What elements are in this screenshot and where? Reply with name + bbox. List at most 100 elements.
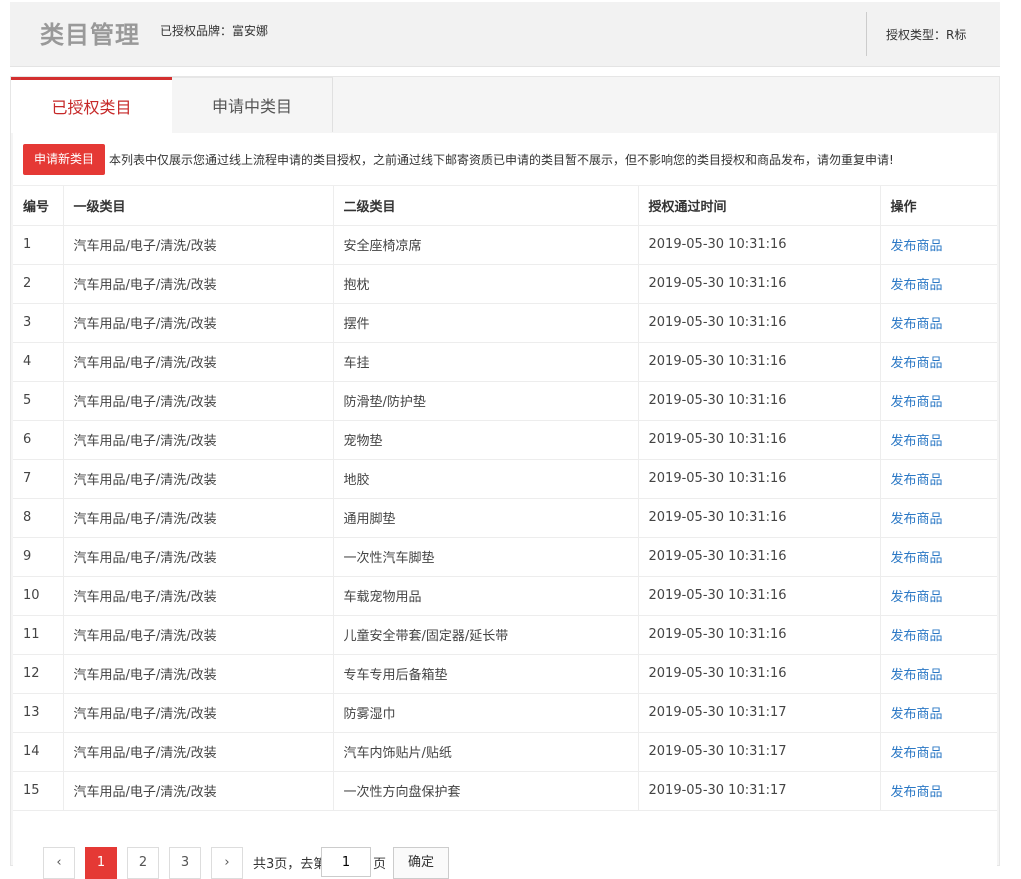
authorized-brand: 已授权品牌：富安娜: [160, 24, 269, 38]
cell-op: 发布商品: [880, 732, 997, 772]
cell-cat2: 通用脚垫: [333, 498, 639, 538]
table-row: 4 汽车用品/电子/清洗/改装 车挂 2019-05-30 10:31:16 发布商品: [13, 342, 997, 382]
cell-id: 11: [13, 615, 64, 655]
publish-product-link[interactable]: 发布商品: [891, 629, 943, 644]
col-header-cat1: 一级类目: [63, 186, 334, 226]
cell-id: 14: [13, 732, 64, 772]
cell-id: 2: [13, 264, 64, 304]
pagination: ‹ 1 2 3 › 共3页，去第 页 确定: [33, 839, 933, 879]
col-header-op: 操作: [880, 186, 997, 226]
page-header: 类目管理 已授权品牌：富安娜 授权类型：R标: [10, 2, 1000, 67]
publish-product-link[interactable]: 发布商品: [891, 434, 943, 449]
tab-content: 申请新类目 本列表中仅展示您通过线上流程申请的类目授权，之前通过线下邮寄资质已申…: [13, 133, 997, 879]
cell-cat2: 专车专用后备箱垫: [333, 654, 639, 694]
table-header-row: 编号 一级类目 二级类目 授权通过时间 操作: [13, 186, 997, 226]
table-row: 7 汽车用品/电子/清洗/改装 地胶 2019-05-30 10:31:16 发布商品: [13, 459, 997, 499]
prev-page-button[interactable]: ‹: [43, 847, 75, 879]
cell-cat2: 抱枕: [333, 264, 639, 304]
cell-cat1: 汽车用品/电子/清洗/改装: [63, 654, 334, 694]
cell-id: 12: [13, 654, 64, 694]
apply-category-button[interactable]: 申请新类目: [23, 144, 105, 175]
publish-product-link[interactable]: 发布商品: [891, 707, 943, 722]
cell-cat2: 一次性方向盘保护套: [333, 771, 639, 811]
cell-cat2: 安全座椅凉席: [333, 225, 639, 265]
publish-product-link[interactable]: 发布商品: [891, 356, 943, 371]
table-row: 2 汽车用品/电子/清洗/改装 抱枕 2019-05-30 10:31:16 发布商品: [13, 264, 997, 304]
cell-cat1: 汽车用品/电子/清洗/改装: [63, 342, 334, 382]
cell-op: 发布商品: [880, 615, 997, 655]
cell-cat2: 汽车内饰贴片/贴纸: [333, 732, 639, 772]
cell-cat1: 汽车用品/电子/清洗/改装: [63, 537, 334, 577]
cell-cat2: 宠物垫: [333, 420, 639, 460]
cell-op: 发布商品: [880, 771, 997, 811]
cell-op: 发布商品: [880, 381, 997, 421]
cell-cat1: 汽车用品/电子/清洗/改装: [63, 264, 334, 304]
publish-product-link[interactable]: 发布商品: [891, 668, 943, 683]
cell-time: 2019-05-30 10:31:16: [638, 498, 881, 538]
cell-cat1: 汽车用品/电子/清洗/改装: [63, 225, 334, 265]
cell-time: 2019-05-30 10:31:16: [638, 654, 881, 694]
table-row: 6 汽车用品/电子/清洗/改装 宠物垫 2019-05-30 10:31:16 发布商品: [13, 420, 997, 460]
notice-bar: 申请新类目 本列表中仅展示您通过线上流程申请的类目授权，之前通过线下邮寄资质已申…: [13, 133, 997, 186]
cell-op: 发布商品: [880, 303, 997, 343]
cell-time: 2019-05-30 10:31:16: [638, 537, 881, 577]
table-row: 13 汽车用品/电子/清洗/改装 防雾湿巾 2019-05-30 10:31:17 发布…: [13, 693, 997, 733]
cell-id: 5: [13, 381, 64, 421]
cell-id: 15: [13, 771, 64, 811]
cell-time: 2019-05-30 10:31:16: [638, 615, 881, 655]
col-header-cat2: 二级类目: [333, 186, 639, 226]
cell-id: 8: [13, 498, 64, 538]
cell-id: 1: [13, 225, 64, 265]
cell-op: 发布商品: [880, 342, 997, 382]
cell-time: 2019-05-30 10:31:16: [638, 576, 881, 616]
page-3-button[interactable]: 3: [169, 847, 201, 879]
cell-cat1: 汽车用品/电子/清洗/改装: [63, 303, 334, 343]
publish-product-link[interactable]: 发布商品: [891, 551, 943, 566]
page-number-input[interactable]: [321, 847, 371, 877]
cell-time: 2019-05-30 10:31:16: [638, 225, 881, 265]
table-row: 8 汽车用品/电子/清洗/改装 通用脚垫 2019-05-30 10:31:16 发布商…: [13, 498, 997, 538]
cell-op: 发布商品: [880, 420, 997, 460]
cell-id: 6: [13, 420, 64, 460]
table-row: 3 汽车用品/电子/清洗/改装 摆件 2019-05-30 10:31:16 发布商品: [13, 303, 997, 343]
col-header-time: 授权通过时间: [638, 186, 881, 226]
cell-op: 发布商品: [880, 225, 997, 265]
tab-pending[interactable]: 申请中类目: [172, 77, 333, 132]
notice-text: 本列表中仅展示您通过线上流程申请的类目授权，之前通过线下邮寄资质已申请的类目暂不…: [109, 153, 894, 167]
cell-id: 10: [13, 576, 64, 616]
cell-cat2: 防滑垫/防护垫: [333, 381, 639, 421]
cell-cat2: 地胶: [333, 459, 639, 499]
table-row: 11 汽车用品/电子/清洗/改装 儿童安全带套/固定器/延长带 2019-05-30 …: [13, 615, 997, 655]
cell-time: 2019-05-30 10:31:17: [638, 693, 881, 733]
tab-authorized[interactable]: 已授权类目: [11, 77, 172, 133]
publish-product-link[interactable]: 发布商品: [891, 239, 943, 254]
publish-product-link[interactable]: 发布商品: [891, 473, 943, 488]
publish-product-link[interactable]: 发布商品: [891, 746, 943, 761]
cell-op: 发布商品: [880, 498, 997, 538]
publish-product-link[interactable]: 发布商品: [891, 785, 943, 800]
page-title: 类目管理: [40, 21, 140, 49]
go-page-button[interactable]: 确定: [393, 847, 449, 879]
cell-time: 2019-05-30 10:31:16: [638, 381, 881, 421]
publish-product-link[interactable]: 发布商品: [891, 395, 943, 410]
cell-time: 2019-05-30 10:31:16: [638, 264, 881, 304]
next-page-button[interactable]: ›: [211, 847, 243, 879]
publish-product-link[interactable]: 发布商品: [891, 278, 943, 293]
cell-id: 13: [13, 693, 64, 733]
cell-id: 4: [13, 342, 64, 382]
cell-op: 发布商品: [880, 576, 997, 616]
cell-op: 发布商品: [880, 459, 997, 499]
cell-cat2: 车载宠物用品: [333, 576, 639, 616]
cell-cat1: 汽车用品/电子/清洗/改装: [63, 420, 334, 460]
table-row: 14 汽车用品/电子/清洗/改装 汽车内饰贴片/贴纸 2019-05-30 10:31…: [13, 732, 997, 772]
cell-id: 7: [13, 459, 64, 499]
page-2-button[interactable]: 2: [127, 847, 159, 879]
cell-time: 2019-05-30 10:31:16: [638, 303, 881, 343]
publish-product-link[interactable]: 发布商品: [891, 512, 943, 527]
cell-cat2: 一次性汽车脚垫: [333, 537, 639, 577]
publish-product-link[interactable]: 发布商品: [891, 317, 943, 332]
cell-cat1: 汽车用品/电子/清洗/改装: [63, 732, 334, 772]
cell-cat1: 汽车用品/电子/清洗/改装: [63, 615, 334, 655]
page-1-button[interactable]: 1: [85, 847, 117, 879]
publish-product-link[interactable]: 发布商品: [891, 590, 943, 605]
